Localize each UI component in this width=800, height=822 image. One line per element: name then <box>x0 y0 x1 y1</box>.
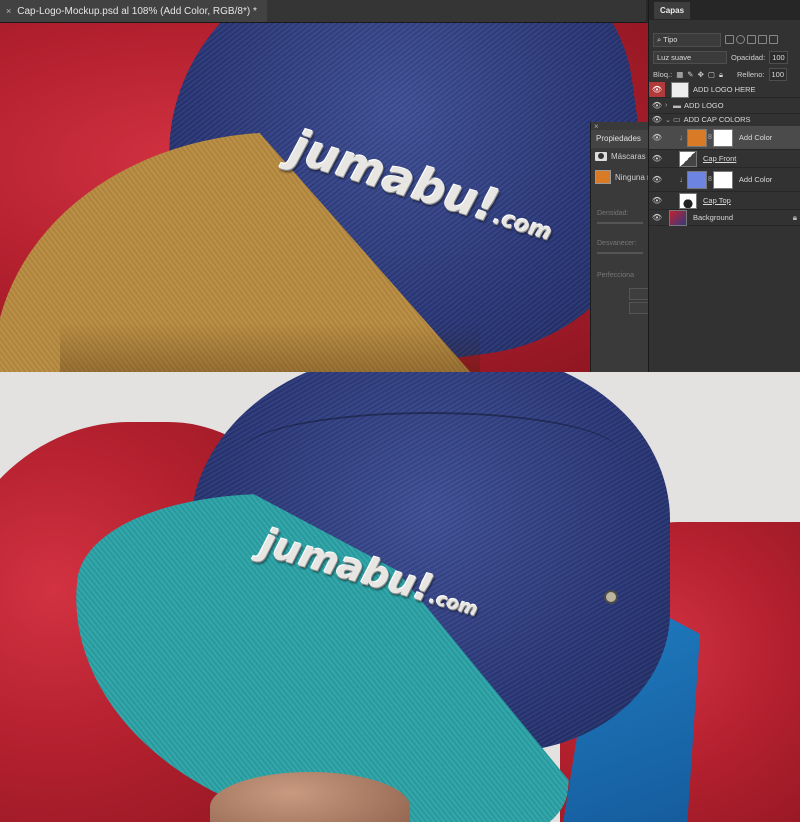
shape-filter-icon[interactable] <box>758 34 767 44</box>
filter-kind-value: Tipo <box>663 35 678 44</box>
eye-icon[interactable]: 👁︎ <box>649 101 665 110</box>
layer-name: ADD CAP COLORS <box>683 115 751 124</box>
eye-icon[interactable]: 👁︎ <box>649 133 665 142</box>
lock-icon: 🔒︎ <box>792 212 797 222</box>
tab-layers[interactable]: Capas <box>654 1 691 19</box>
feather-slider[interactable] <box>597 252 643 254</box>
color-swatch <box>595 170 611 184</box>
close-tab-icon[interactable]: × <box>6 6 11 16</box>
mask-thumbnail <box>712 170 733 189</box>
layer-cap-top[interactable]: 👁︎ Cap Top <box>649 192 800 210</box>
background-thumbnail <box>669 209 687 226</box>
layer-thumbnail <box>679 192 697 209</box>
lock-transparent-icon[interactable]: ▦ <box>676 70 683 79</box>
layer-add-logo-here[interactable]: 👁︎ ADD LOGO HERE <box>649 81 800 98</box>
fill-input[interactable]: 100 <box>768 68 788 81</box>
layer-background[interactable]: 👁︎ Background 🔒︎ <box>649 209 800 226</box>
mask-thumbnail <box>712 128 733 147</box>
clipping-arrow-icon: ↓ <box>679 175 683 184</box>
document-tab-bar: × Cap-Logo-Mockup.psd al 108% (Add Color… <box>0 0 646 23</box>
eye-icon[interactable]: 👁︎ <box>649 175 665 184</box>
refine-button-1[interactable] <box>629 288 649 300</box>
masks-row[interactable]: Máscaras <box>595 152 646 161</box>
layer-add-color-orange[interactable]: 👁︎ ↓ 8 Add Color <box>649 126 800 150</box>
layer-name: ADD LOGO HERE <box>693 85 756 94</box>
opacity-label: Opacidad: <box>731 53 766 62</box>
layer-add-color-blue[interactable]: 👁︎ ↓ 8 Add Color <box>649 168 800 192</box>
filter-icons[interactable] <box>725 34 780 46</box>
chevron-right-icon[interactable]: › <box>665 102 673 109</box>
layer-name: Cap Top <box>703 196 731 205</box>
layer-name: Add Color <box>738 175 773 184</box>
properties-panel: × Propiedades Máscaras Ninguna m Densida… <box>590 122 649 372</box>
density-label: Densidad: <box>597 210 629 217</box>
layers-panel: Capas ⌕ Tipo Luz suave Opacidad: 100 Blo… <box>648 0 800 372</box>
layer-cap-front[interactable]: 👁︎ Cap Front <box>649 150 800 168</box>
layer-name: Add Color <box>738 133 773 142</box>
feather-label: Desvanecer: <box>597 240 637 247</box>
smart-filter-icon[interactable] <box>769 34 778 44</box>
opacity-input[interactable]: 100 <box>769 51 788 64</box>
eye-icon[interactable]: 👁︎ <box>649 213 665 222</box>
layer-filter-row: ⌕ Tipo <box>653 33 780 47</box>
link-icon[interactable]: 8 <box>708 134 712 141</box>
blend-row: Luz suave Opacidad: 100 <box>653 51 788 64</box>
brim-shadow <box>60 323 480 372</box>
fill-color-thumbnail <box>687 170 707 189</box>
lock-all-icon[interactable]: 🔒︎ <box>719 70 723 80</box>
density-slider[interactable] <box>597 222 643 224</box>
fill-mask-row[interactable]: Ninguna m <box>595 170 649 184</box>
blend-mode-select[interactable]: Luz suave <box>653 51 727 64</box>
mask-icon <box>595 152 607 161</box>
mask-value: Ninguna m <box>615 172 649 182</box>
layer-name: ADD LOGO <box>684 101 724 110</box>
fill-label: Relleno: <box>736 70 765 79</box>
eye-icon[interactable]: 👁︎ <box>649 196 665 205</box>
smart-object-thumbnail <box>671 81 689 98</box>
folder-icon: ▬ <box>673 101 681 110</box>
folder-open-icon: ▭ <box>673 115 681 124</box>
type-filter-icon[interactable] <box>747 34 756 44</box>
layer-thumbnail <box>679 150 697 167</box>
lock-pixels-icon[interactable]: ✎ <box>687 70 693 79</box>
adjustment-filter-icon[interactable] <box>736 34 745 44</box>
lock-artboard-icon[interactable]: ▢ <box>708 70 715 79</box>
cap-seam <box>240 412 620 494</box>
mockup-photo: jumabu!.com <box>0 372 800 822</box>
lock-label: Bloq.: <box>653 70 673 79</box>
layer-name: Cap Front <box>703 154 737 163</box>
refine-button-2[interactable] <box>629 302 649 314</box>
photoshop-window: × Cap-Logo-Mockup.psd al 108% (Add Color… <box>0 0 800 372</box>
document-tab-title: Cap-Logo-Mockup.psd al 108% (Add Color, … <box>17 5 257 17</box>
masks-label: Máscaras <box>611 152 646 161</box>
lock-row: Bloq.: ▦ ✎ ✥ ▢ 🔒︎ Relleno: 100 <box>653 68 788 81</box>
document-tab[interactable]: × Cap-Logo-Mockup.psd al 108% (Add Color… <box>0 0 267 22</box>
search-icon: ⌕ <box>657 35 662 44</box>
layer-name: Background <box>693 213 734 222</box>
lock-position-icon[interactable]: ✥ <box>698 70 704 79</box>
properties-title: Propiedades <box>591 130 649 148</box>
chevron-down-icon[interactable]: ⌄ <box>665 116 673 124</box>
eye-icon[interactable]: 👁︎ <box>649 154 665 163</box>
filter-kind-select[interactable]: ⌕ Tipo <box>653 33 721 47</box>
eye-icon[interactable]: 👁︎ <box>649 82 665 97</box>
blend-mode-value: Luz suave <box>657 53 692 62</box>
refine-label: Perfecciona <box>597 272 634 279</box>
clipping-arrow-icon: ↓ <box>679 133 683 142</box>
document-canvas[interactable]: jumabu!.com <box>0 23 648 372</box>
link-icon[interactable]: 8 <box>708 176 712 183</box>
eye-icon[interactable]: 👁︎ <box>649 115 665 124</box>
layers-panel-header: Capas <box>649 0 800 20</box>
cap-eyelet <box>604 590 618 604</box>
pixel-filter-icon[interactable] <box>725 34 734 44</box>
fill-color-thumbnail <box>687 128 707 147</box>
